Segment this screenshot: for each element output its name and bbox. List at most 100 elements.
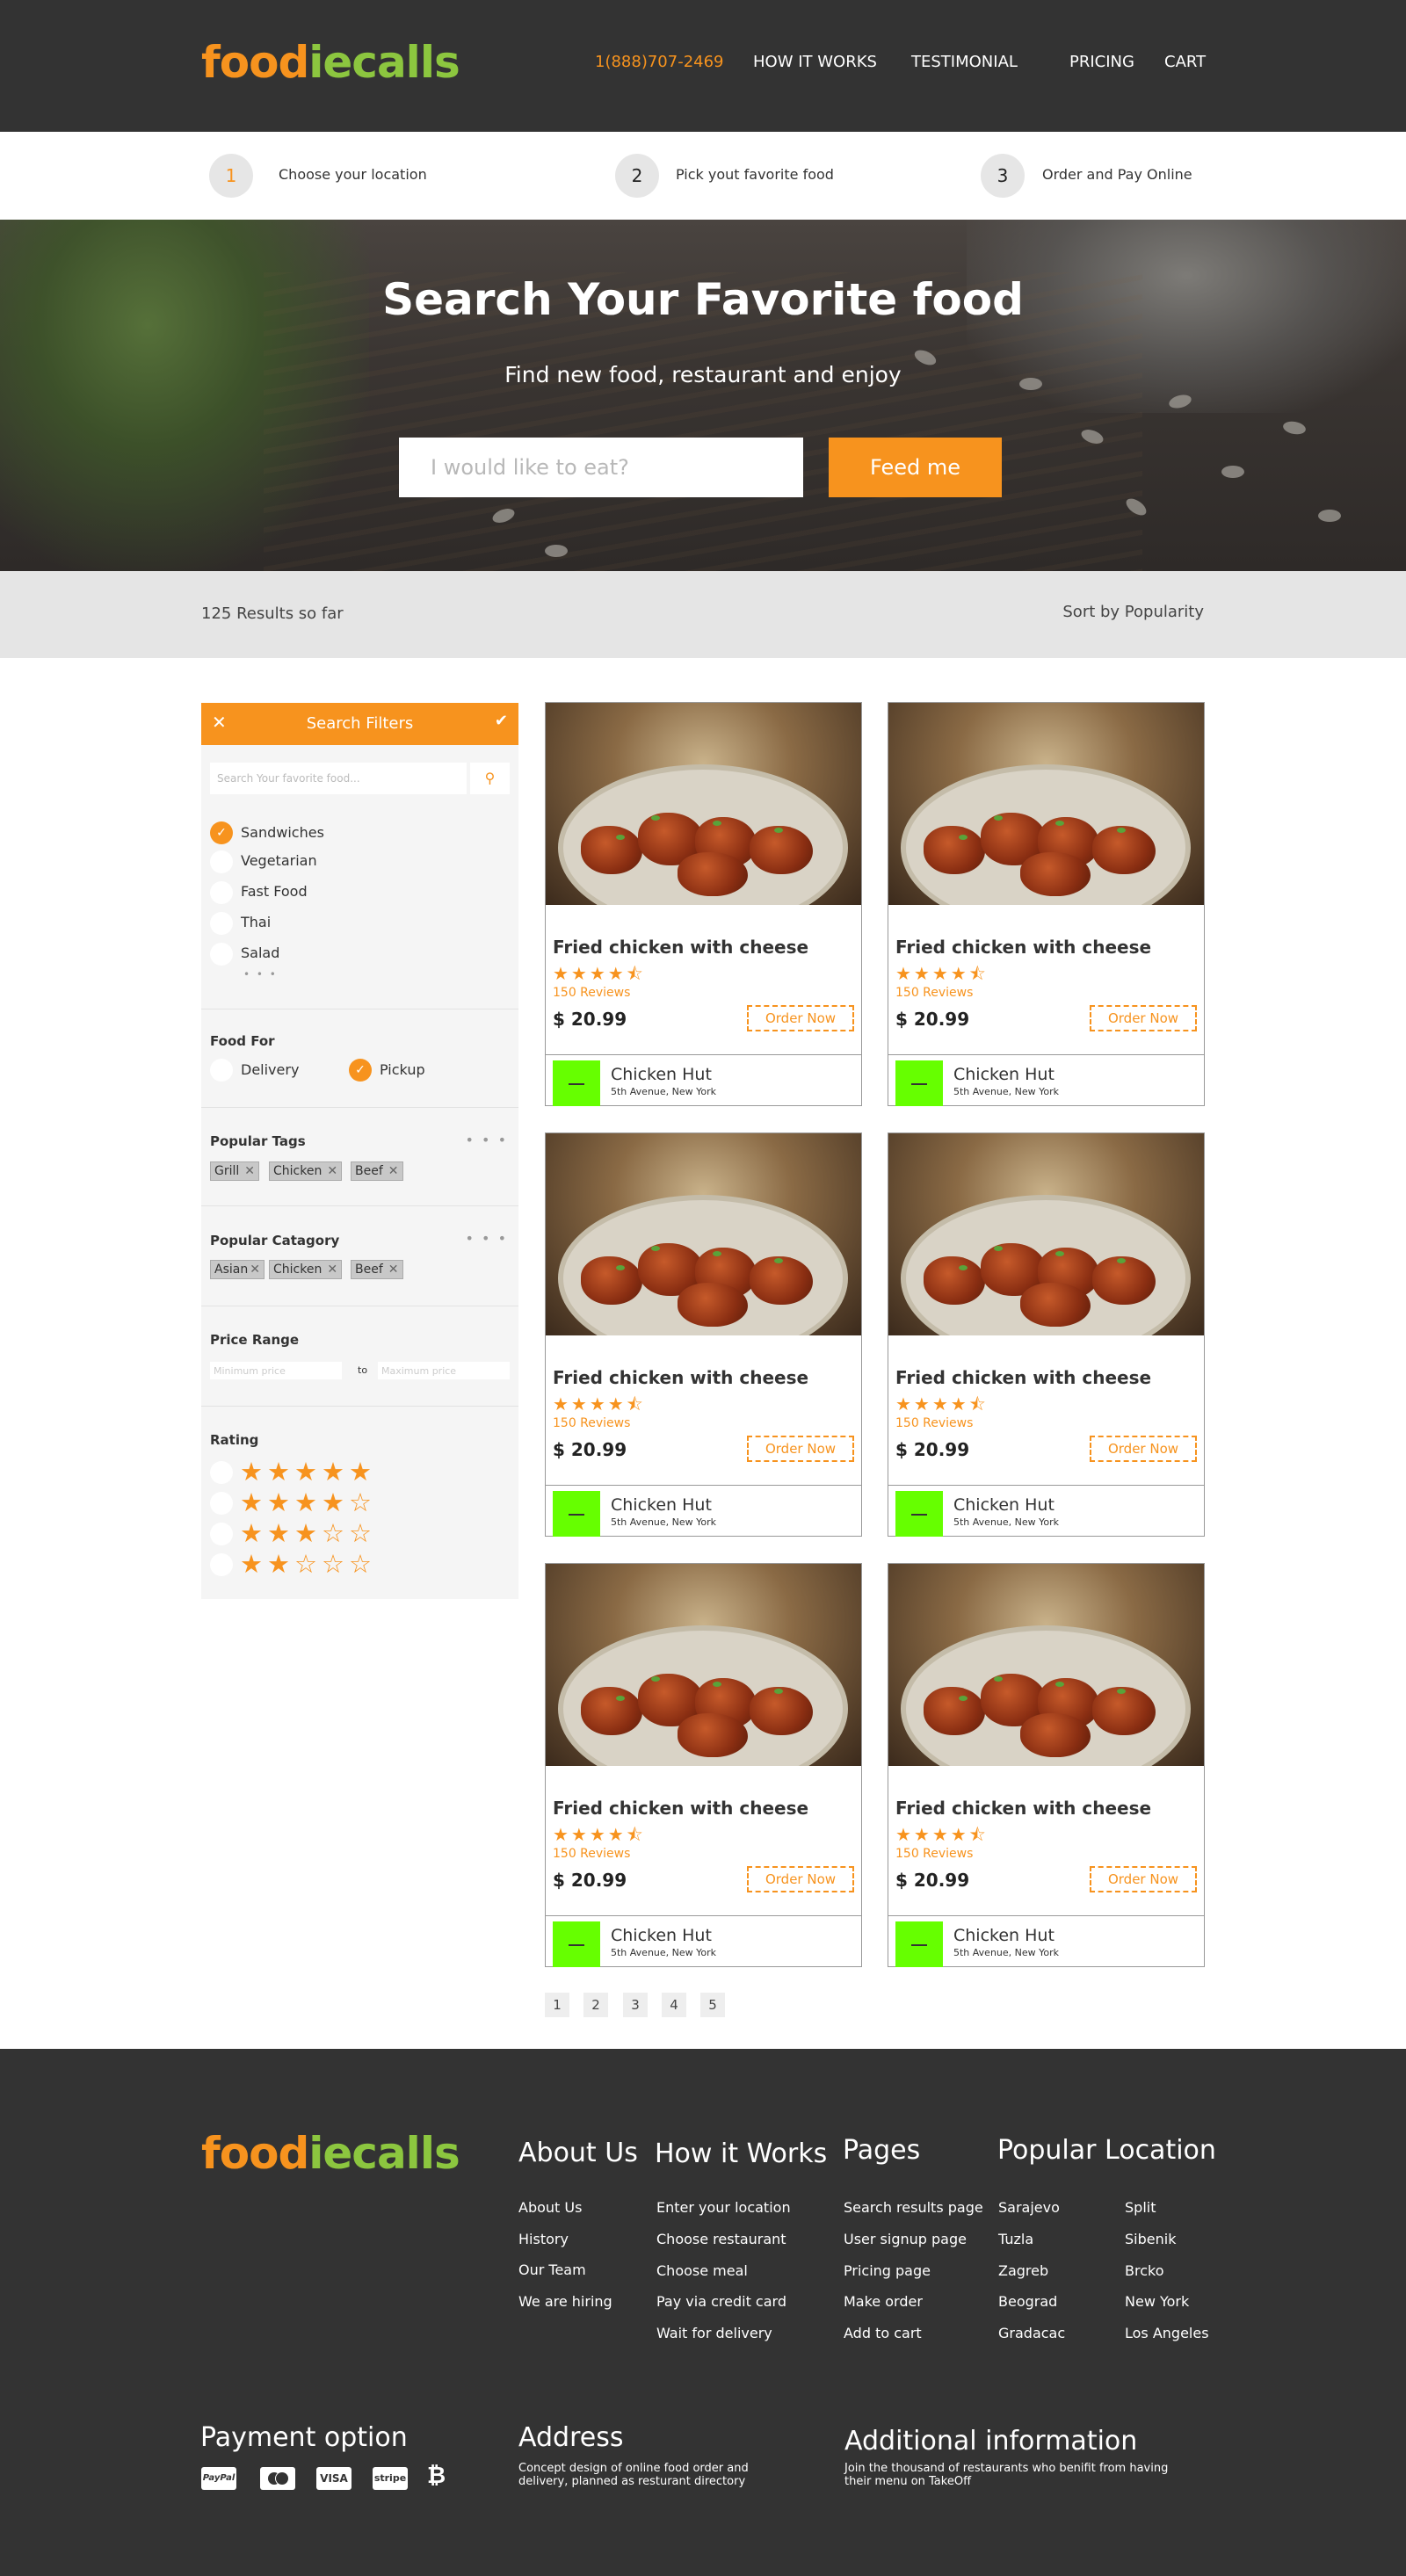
checkbox-thai[interactable] xyxy=(210,912,233,935)
footer-link[interactable]: Pay via credit card xyxy=(656,2293,786,2310)
product-name[interactable]: Fried chicken with cheese xyxy=(895,1798,1151,1819)
product-name[interactable]: Fried chicken with cheese xyxy=(895,1367,1151,1388)
footer-link[interactable]: Wait for delivery xyxy=(656,2325,772,2341)
footer-link[interactable]: Add to cart xyxy=(844,2325,922,2341)
tag-chip[interactable]: Beef ✕ xyxy=(351,1161,403,1181)
page-3-button[interactable]: 3 xyxy=(623,1993,648,2017)
footer-link[interactable]: Make order xyxy=(844,2293,923,2310)
checkbox-sandwiches[interactable]: ✓ xyxy=(210,821,233,844)
footer-location-link[interactable]: Los Angeles xyxy=(1125,2325,1209,2341)
brand-logo[interactable]: foodiecalls xyxy=(201,37,460,88)
checkbox-vegetarian[interactable] xyxy=(210,850,233,873)
page-5-button[interactable]: 5 xyxy=(700,1993,725,2017)
product-card[interactable]: Fried chicken with cheese ★★★★⯪ 150 Review… xyxy=(888,702,1205,1106)
restaurant-name[interactable]: Chicken Hut xyxy=(611,1495,712,1515)
footer-location-link[interactable]: Gradacac xyxy=(998,2325,1065,2341)
sort-by-dropdown[interactable]: Sort by Popularity xyxy=(1062,603,1204,621)
food-image[interactable] xyxy=(546,1133,861,1335)
footer-location-link[interactable]: Zagreb xyxy=(998,2262,1048,2279)
remove-category-icon[interactable]: ✕ xyxy=(388,1263,399,1277)
order-now-button[interactable]: Order Now xyxy=(1090,1866,1197,1892)
review-count[interactable]: 150 Reviews xyxy=(553,986,630,1000)
review-count[interactable]: 150 Reviews xyxy=(895,986,973,1000)
footer-location-link[interactable]: Tuzla xyxy=(998,2231,1033,2247)
footer-location-link[interactable]: Split xyxy=(1125,2199,1156,2216)
category-chip[interactable]: Asian ✕ xyxy=(210,1260,265,1279)
footer-location-link[interactable]: Sibenik xyxy=(1125,2231,1176,2247)
food-image[interactable] xyxy=(888,1564,1204,1766)
restaurant-name[interactable]: Chicken Hut xyxy=(611,1926,712,1945)
footer-link[interactable]: Pricing page xyxy=(844,2262,931,2279)
food-image[interactable] xyxy=(888,703,1204,905)
rating-3-radio[interactable] xyxy=(210,1523,233,1545)
min-price-input[interactable] xyxy=(210,1362,342,1379)
nav-phone[interactable]: 1(888)707-2469 xyxy=(595,53,724,71)
order-now-button[interactable]: Order Now xyxy=(747,1436,854,1462)
check-icon[interactable]: ✔ xyxy=(495,712,508,730)
order-now-button[interactable]: Order Now xyxy=(747,1005,854,1031)
order-now-button[interactable]: Order Now xyxy=(1090,1436,1197,1462)
footer-location-link[interactable]: New York xyxy=(1125,2293,1189,2310)
remove-tag-icon[interactable]: ✕ xyxy=(327,1164,337,1178)
category-chip[interactable]: Beef ✕ xyxy=(351,1260,403,1279)
checkbox-fast-food[interactable] xyxy=(210,881,233,904)
product-name[interactable]: Fried chicken with cheese xyxy=(895,937,1151,958)
max-price-input[interactable] xyxy=(378,1362,510,1379)
footer-link[interactable]: Search results page xyxy=(844,2199,983,2216)
footer-link[interactable]: We are hiring xyxy=(518,2293,612,2310)
product-name[interactable]: Fried chicken with cheese xyxy=(553,1367,808,1388)
rating-2-radio[interactable] xyxy=(210,1553,233,1576)
product-card[interactable]: Fried chicken with cheese ★★★★⯪ 150 Review… xyxy=(888,1563,1205,1967)
product-card[interactable]: Fried chicken with cheese ★★★★⯪ 150 Review… xyxy=(545,702,862,1106)
nav-how-it-works[interactable]: HOW IT WORKS xyxy=(753,53,877,71)
product-card[interactable]: Fried chicken with cheese ★★★★⯪ 150 Review… xyxy=(545,1132,862,1537)
food-image[interactable] xyxy=(546,1564,861,1766)
restaurant-name[interactable]: Chicken Hut xyxy=(953,1065,1054,1084)
footer-location-link[interactable]: Beograd xyxy=(998,2293,1057,2310)
remove-tag-icon[interactable]: ✕ xyxy=(244,1164,255,1178)
more-tags-icon[interactable]: • • • xyxy=(466,1132,508,1148)
restaurant-name[interactable]: Chicken Hut xyxy=(953,1926,1054,1945)
feed-me-button[interactable]: Feed me xyxy=(829,438,1002,497)
filter-search-input[interactable] xyxy=(210,763,467,794)
restaurant-logo[interactable] xyxy=(553,1491,600,1537)
more-categories-icon[interactable]: • • • xyxy=(243,968,278,980)
remove-tag-icon[interactable]: ✕ xyxy=(388,1164,399,1178)
footer-logo[interactable]: foodiecalls xyxy=(201,2128,460,2179)
restaurant-name[interactable]: Chicken Hut xyxy=(953,1495,1054,1515)
nav-pricing[interactable]: PRICING xyxy=(1069,53,1134,71)
checkbox-salad[interactable] xyxy=(210,943,233,966)
review-count[interactable]: 150 Reviews xyxy=(895,1847,973,1861)
nav-testimonial[interactable]: TESTIMONIAL xyxy=(911,53,1018,71)
footer-link[interactable]: History xyxy=(518,2231,569,2247)
footer-link[interactable]: Our Team xyxy=(518,2261,586,2278)
more-category-icon[interactable]: • • • xyxy=(466,1230,508,1247)
footer-location-link[interactable]: Sarajevo xyxy=(998,2199,1060,2216)
restaurant-logo[interactable] xyxy=(553,1060,600,1106)
page-4-button[interactable]: 4 xyxy=(662,1993,686,2017)
order-now-button[interactable]: Order Now xyxy=(747,1866,854,1892)
restaurant-logo[interactable] xyxy=(895,1060,943,1106)
review-count[interactable]: 150 Reviews xyxy=(895,1416,973,1430)
order-now-button[interactable]: Order Now xyxy=(1090,1005,1197,1031)
food-image[interactable] xyxy=(546,703,861,905)
footer-link[interactable]: User signup page xyxy=(844,2231,967,2247)
footer-link[interactable]: Choose restaurant xyxy=(656,2231,786,2247)
radio-delivery[interactable] xyxy=(210,1059,233,1082)
tag-chip[interactable]: Grill ✕ xyxy=(210,1161,260,1181)
footer-link[interactable]: About Us xyxy=(518,2199,582,2216)
restaurant-name[interactable]: Chicken Hut xyxy=(611,1065,712,1084)
restaurant-logo[interactable] xyxy=(553,1921,600,1967)
nav-cart[interactable]: CART xyxy=(1164,53,1206,71)
page-1-button[interactable]: 1 xyxy=(545,1993,569,2017)
product-card[interactable]: Fried chicken with cheese ★★★★⯪ 150 Review… xyxy=(545,1563,862,1967)
product-name[interactable]: Fried chicken with cheese xyxy=(553,937,808,958)
remove-category-icon[interactable]: ✕ xyxy=(327,1263,337,1277)
product-name[interactable]: Fried chicken with cheese xyxy=(553,1798,808,1819)
restaurant-logo[interactable] xyxy=(895,1491,943,1537)
remove-category-icon[interactable]: ✕ xyxy=(250,1263,260,1277)
tag-chip[interactable]: Chicken ✕ xyxy=(269,1161,343,1181)
rating-5-radio[interactable] xyxy=(210,1461,233,1484)
product-card[interactable]: Fried chicken with cheese ★★★★⯪ 150 Review… xyxy=(888,1132,1205,1537)
footer-link[interactable]: Enter your location xyxy=(656,2199,791,2216)
